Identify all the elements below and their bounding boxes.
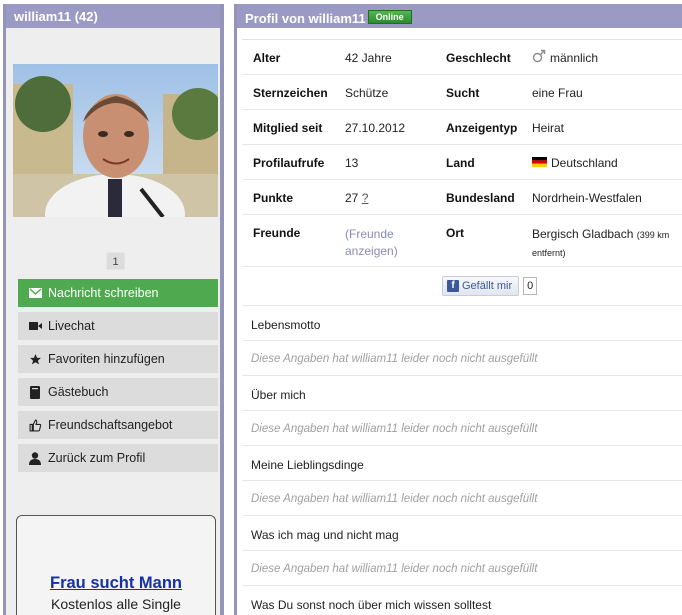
guestbook-button[interactable]: Gästebuch xyxy=(18,378,218,406)
points-number: 27 xyxy=(345,191,359,205)
info-value: 42 Jahre xyxy=(345,51,392,65)
gender-value: männlich xyxy=(532,49,598,66)
sidebar-title: william11 (42) xyxy=(6,4,220,28)
profile-sidebar: william11 (42) 1 Nachricht schreiben Liv… xyxy=(3,4,224,615)
show-friends-text-2: anzeigen) xyxy=(345,244,398,258)
profile-title: Profil von william11 xyxy=(245,11,366,26)
section-title: Was ich mag und nicht mag xyxy=(242,515,682,550)
friend-request-button[interactable]: Freundschaftsangebot xyxy=(18,411,218,439)
info-label: Geschlecht xyxy=(446,51,511,65)
envelope-icon xyxy=(28,286,42,300)
photo-pager[interactable]: 1 xyxy=(106,252,125,270)
info-row: Sternzeichen Schütze Sucht eine Frau xyxy=(242,75,682,110)
info-label: Sternzeichen xyxy=(253,86,328,100)
points-help-link[interactable]: ? xyxy=(362,191,369,205)
country-value: Deutschland xyxy=(532,156,618,170)
back-to-profile-label: Zurück zum Profil xyxy=(48,451,146,465)
info-label: Alter xyxy=(253,51,281,65)
info-row: Freunde (Freunde anzeigen) Ort Bergisch … xyxy=(242,215,682,267)
info-value: Heirat xyxy=(532,121,565,135)
write-message-button[interactable]: Nachricht schreiben xyxy=(18,279,218,307)
livechat-label: Livechat xyxy=(48,319,95,333)
profile-photo[interactable] xyxy=(13,64,218,217)
info-label: Ort xyxy=(446,226,464,240)
facebook-like-button[interactable]: f Gefällt mir xyxy=(442,276,520,296)
online-badge: Online xyxy=(367,10,412,24)
profile-main: Profil von william11 Online Alter 42 Jah… xyxy=(234,4,682,615)
guestbook-label: Gästebuch xyxy=(48,385,109,399)
city-distance-2: entfernt) xyxy=(532,248,566,258)
section-empty: Diese Angaben hat william11 leider noch … xyxy=(242,340,682,375)
info-value: Schütze xyxy=(345,86,389,100)
male-icon xyxy=(532,49,546,66)
show-friends-link[interactable]: (Freunde anzeigen) xyxy=(345,226,398,260)
add-favorite-button[interactable]: Favoriten hinzufügen xyxy=(18,345,218,373)
section-empty: Diese Angaben hat william11 leider noch … xyxy=(242,550,682,585)
user-icon xyxy=(28,451,42,465)
info-label: Bundesland xyxy=(446,191,515,205)
info-value: eine Frau xyxy=(532,86,583,100)
country-text: Deutschland xyxy=(551,156,618,170)
city-value: Bergisch Gladbach (399 km entfernt) xyxy=(532,226,669,262)
like-count: 0 xyxy=(523,277,538,295)
section-title: Meine Lieblingsdinge xyxy=(242,445,682,480)
info-label: Mitglied seit xyxy=(253,121,323,135)
info-row: Alter 42 Jahre Geschlecht männlich xyxy=(242,40,682,75)
info-label: Punkte xyxy=(253,191,294,205)
section-title-text: Lebensmotto xyxy=(251,318,321,332)
info-label: Land xyxy=(446,156,475,170)
section-title: Was Du sonst noch über mich wissen sollt… xyxy=(242,585,682,615)
info-label: Anzeigentyp xyxy=(446,121,518,135)
section-title-text: Was Du sonst noch über mich wissen sollt… xyxy=(251,598,492,612)
section-title: Lebensmotto xyxy=(242,305,682,340)
info-label: Sucht xyxy=(446,86,480,100)
thumbs-up-icon xyxy=(28,418,42,432)
info-label: Freunde xyxy=(253,226,301,240)
friend-request-label: Freundschaftsangebot xyxy=(48,418,173,432)
livechat-button[interactable]: Livechat xyxy=(18,312,218,340)
video-camera-icon xyxy=(28,319,42,333)
section-empty-text: Diese Angaben hat william11 leider noch … xyxy=(251,563,538,575)
city-text: Bergisch Gladbach xyxy=(532,227,634,241)
facebook-like-widget: f Gefällt mir 0 xyxy=(442,276,538,296)
section-title-text: Was ich mag und nicht mag xyxy=(251,528,399,542)
germany-flag-icon xyxy=(532,156,547,170)
info-row: Punkte 27 ? Bundesland Nordrhein-Westfal… xyxy=(242,180,682,215)
ad-subtitle: Kostenlos alle Single xyxy=(51,596,181,612)
info-value: 13 xyxy=(345,156,359,170)
write-message-label: Nachricht schreiben xyxy=(48,286,159,300)
gender-text: männlich xyxy=(550,50,599,65)
city-distance-1: (399 km xyxy=(636,230,670,240)
section-empty-text: Diese Angaben hat william11 leider noch … xyxy=(251,423,538,435)
section-title-text: Über mich xyxy=(251,388,306,402)
book-icon xyxy=(28,385,42,399)
info-row: Mitglied seit 27.10.2012 Anzeigentyp Hei… xyxy=(242,110,682,145)
facebook-icon: f xyxy=(447,280,459,292)
add-favorite-label: Favoriten hinzufügen xyxy=(48,352,165,366)
ad-title-link[interactable]: Frau sucht Mann xyxy=(17,574,215,593)
section-title: Über mich xyxy=(242,375,682,410)
info-value: Nordrhein-Westfalen xyxy=(532,191,642,205)
section-empty-text: Diese Angaben hat william11 leider noch … xyxy=(251,353,538,365)
back-to-profile-button[interactable]: Zurück zum Profil xyxy=(18,444,218,472)
ad-box[interactable]: Frau sucht Mann Kostenlos alle Single xyxy=(16,515,216,615)
section-empty: Diese Angaben hat william11 leider noch … xyxy=(242,410,682,445)
section-title-text: Meine Lieblingsdinge xyxy=(251,458,364,472)
show-friends-text-1: (Freunde xyxy=(345,227,394,241)
info-row: Profilaufrufe 13 Land Deutschland xyxy=(242,145,682,180)
points-value: 27 ? xyxy=(345,191,368,205)
section-empty-text: Diese Angaben hat william11 leider noch … xyxy=(251,493,538,505)
profile-header: Profil von william11 Online xyxy=(237,4,682,28)
info-value: 27.10.2012 xyxy=(345,121,406,135)
section-empty: Diese Angaben hat william11 leider noch … xyxy=(242,480,682,515)
like-label: Gefällt mir xyxy=(462,280,513,292)
star-icon xyxy=(28,352,42,366)
info-label: Profilaufrufe xyxy=(253,156,325,170)
